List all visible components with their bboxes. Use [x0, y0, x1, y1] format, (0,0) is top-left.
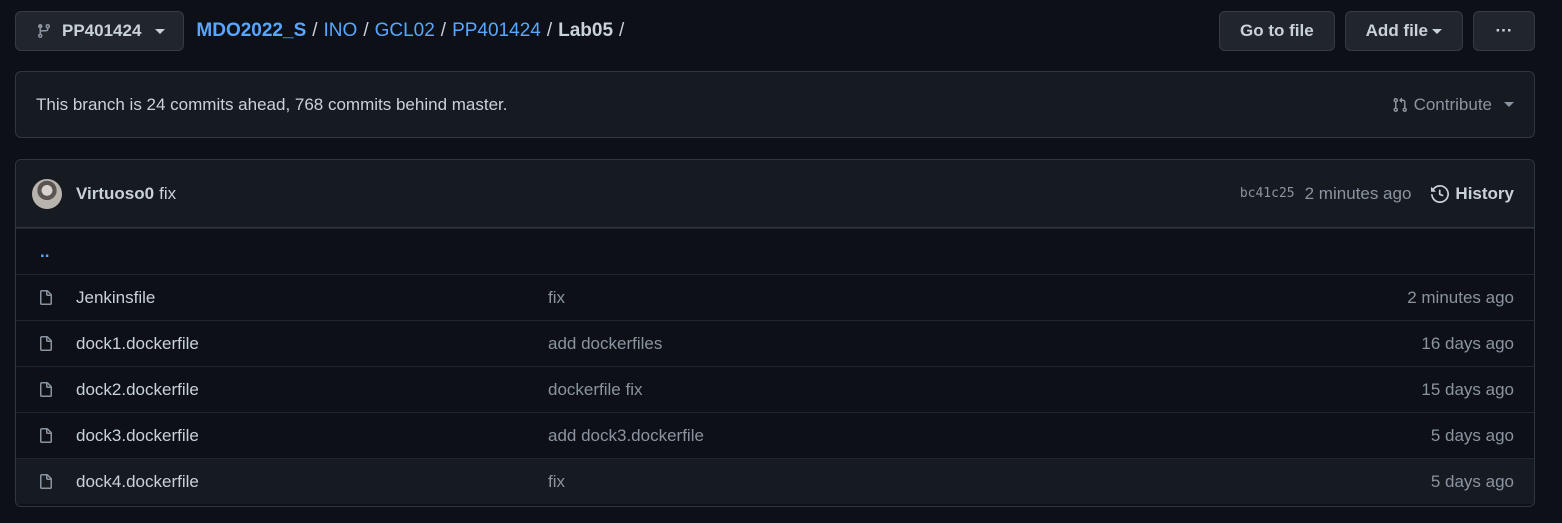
go-to-file-button[interactable]: Go to file	[1218, 11, 1335, 51]
file-icon	[38, 335, 54, 352]
chevron-down-icon	[155, 28, 166, 34]
kebab-horizontal-icon: ···	[1495, 21, 1513, 40]
file-age: 5 days ago	[1430, 471, 1514, 491]
breadcrumb-link-ino[interactable]: INO	[324, 20, 358, 42]
repo-actions: Go to file Add file ···	[1218, 11, 1535, 51]
breadcrumb-separator: /	[619, 20, 625, 41]
git-branch-icon	[37, 24, 50, 39]
breadcrumb-current: Lab05	[558, 20, 614, 41]
commit-message[interactable]: fix	[159, 184, 176, 204]
file-commit-message[interactable]: add dock3.dockerfile	[548, 426, 1431, 446]
history-icon	[1431, 184, 1450, 203]
breadcrumb-link-pp401424[interactable]: PP401424	[452, 20, 541, 42]
file-age: 2 minutes ago	[1407, 287, 1514, 307]
file-icon	[38, 427, 54, 444]
history-label: History	[1455, 183, 1514, 203]
file-row[interactable]: dock2.dockerfile dockerfile fix 15 days …	[16, 366, 1534, 412]
file-name[interactable]: dock2.dockerfile	[76, 380, 548, 400]
branch-name: PP401424	[62, 21, 142, 40]
branch-select-button[interactable]: PP401424	[15, 11, 185, 51]
breadcrumb-link-repo[interactable]: MDO2022_S	[196, 20, 306, 42]
git-pull-request-icon	[1393, 97, 1407, 112]
breadcrumb-link-gcl02[interactable]: GCL02	[375, 20, 435, 42]
file-age: 5 days ago	[1430, 425, 1514, 445]
history-button[interactable]: History	[1431, 184, 1514, 204]
file-commit-message[interactable]: dockerfile fix	[548, 380, 1421, 400]
chevron-down-icon	[1504, 102, 1514, 107]
file-row[interactable]: dock1.dockerfile add dockerfiles 16 days…	[16, 320, 1534, 366]
file-name[interactable]: Jenkinsfile	[76, 288, 548, 308]
breadcrumb-separator: /	[312, 20, 318, 41]
contribute-button[interactable]: Contribute	[1392, 95, 1514, 115]
add-file-label: Add file	[1365, 21, 1428, 40]
file-name[interactable]: dock4.dockerfile	[76, 472, 548, 492]
more-options-button[interactable]: ···	[1473, 11, 1535, 51]
file-commit-message[interactable]: add dockerfiles	[548, 334, 1421, 354]
file-name[interactable]: dock3.dockerfile	[76, 426, 548, 446]
parent-directory-link[interactable]: ..	[16, 228, 1534, 274]
commit-author[interactable]: Virtuoso0	[76, 184, 154, 204]
breadcrumb-separator: /	[363, 20, 369, 41]
file-row[interactable]: Jenkinsfile fix 2 minutes ago	[16, 274, 1534, 320]
add-file-button[interactable]: Add file	[1344, 11, 1463, 51]
avatar[interactable]	[32, 178, 62, 209]
commit-sha[interactable]: bc41c25	[1240, 186, 1295, 201]
file-list: Virtuoso0 fix bc41c25 2 minutes ago Hist…	[15, 159, 1535, 507]
breadcrumb-separator: /	[440, 20, 447, 41]
chevron-down-icon	[1432, 28, 1442, 34]
file-age: 15 days ago	[1421, 379, 1514, 399]
file-icon	[38, 289, 54, 306]
commit-meta: bc41c25 2 minutes ago History	[1240, 184, 1514, 204]
breadcrumb-separator: /	[546, 20, 553, 41]
file-icon	[38, 381, 54, 398]
file-commit-message[interactable]: fix	[548, 472, 1431, 492]
branch-status-notice: This branch is 24 commits ahead, 768 com…	[15, 71, 1535, 138]
latest-commit-bar: Virtuoso0 fix bc41c25 2 minutes ago Hist…	[16, 160, 1534, 228]
branch-status-text: This branch is 24 commits ahead, 768 com…	[36, 94, 508, 114]
commit-age: 2 minutes ago	[1304, 183, 1412, 203]
repo-topbar: PP401424 MDO2022_S / INO / GCL02 / PP401…	[15, 11, 1535, 51]
contribute-label: Contribute	[1413, 94, 1492, 114]
file-age: 16 days ago	[1421, 333, 1514, 353]
file-commit-message[interactable]: fix	[548, 288, 1407, 308]
file-row[interactable]: dock4.dockerfile fix 5 days ago	[16, 458, 1534, 504]
file-icon	[38, 473, 54, 490]
file-row[interactable]: dock3.dockerfile add dock3.dockerfile 5 …	[16, 412, 1534, 458]
breadcrumb: MDO2022_S / INO / GCL02 / PP401424 / Lab…	[196, 20, 630, 42]
file-name[interactable]: dock1.dockerfile	[76, 334, 548, 354]
